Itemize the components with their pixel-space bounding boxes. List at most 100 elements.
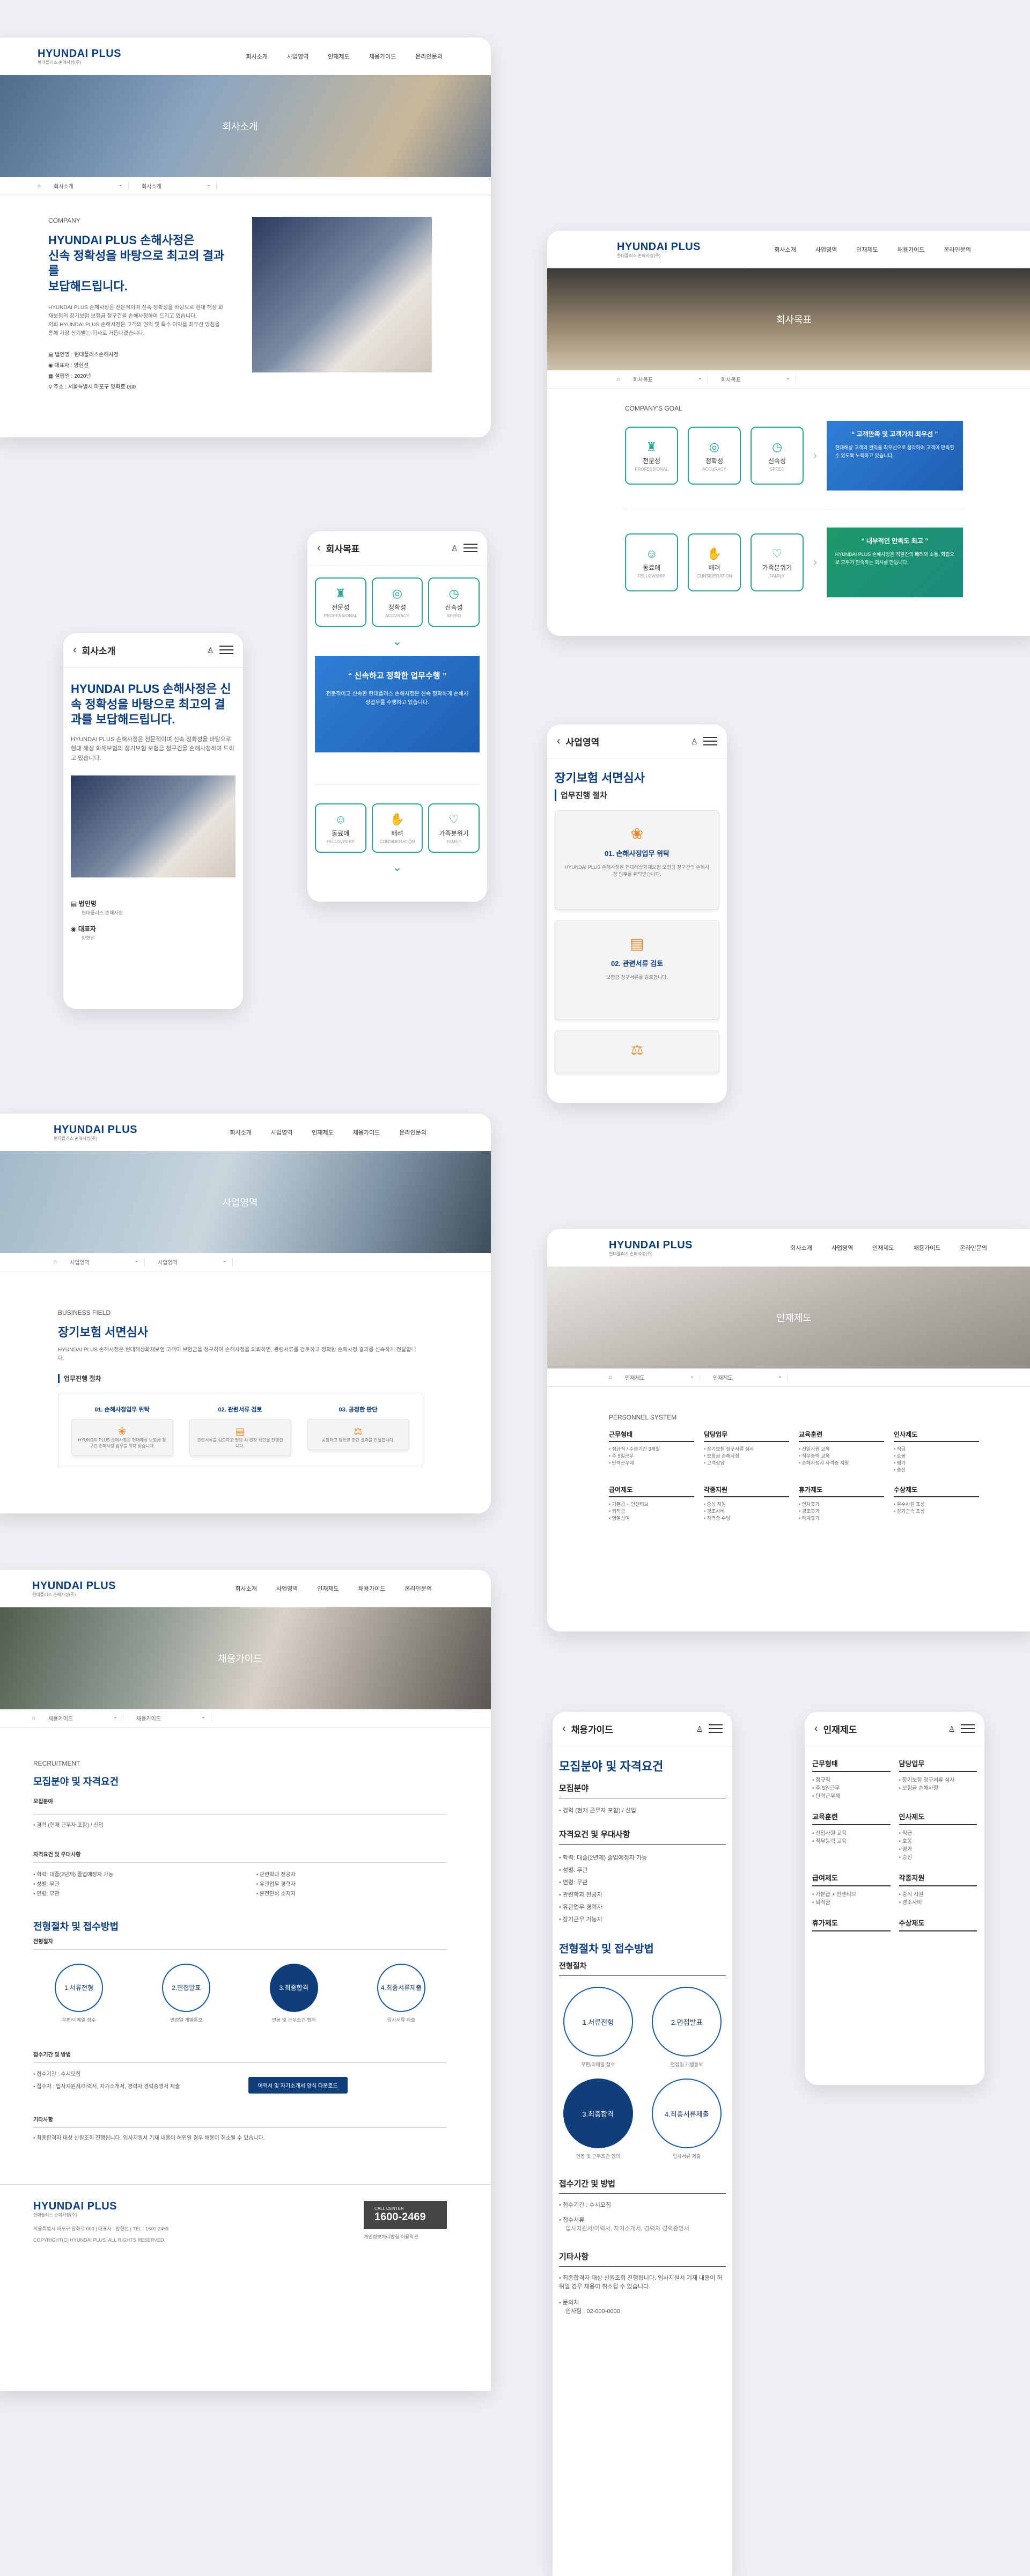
chevron-down-icon: ⌄ — [118, 182, 123, 188]
document-icon: ▤ — [630, 935, 644, 952]
intro-text: HYUNDAI PLUS 손해사정은 현대해상화재보험 고객이 보험금을 청구하… — [58, 1346, 416, 1362]
menu-icon[interactable] — [703, 736, 717, 745]
nav-item[interactable]: 인재제도 — [872, 1243, 894, 1252]
nav-item[interactable]: 온라인문의 — [399, 1128, 426, 1137]
crumb-select-2[interactable]: 회사소개 ⌄ — [142, 182, 217, 190]
hr-item: 휴가제도연차휴가경조휴가하계휴가 — [799, 1485, 884, 1521]
crumb-select-2[interactable]: 회사목표 ⌄ — [721, 375, 797, 383]
field-label: 자격요건 및 우대사항 — [33, 1850, 447, 1863]
nav-item[interactable]: 인재제도 — [328, 52, 349, 61]
call-center-badge[interactable]: CALL CENTER 1600-2469 — [364, 2200, 447, 2229]
user-icon: ◉ — [48, 363, 55, 369]
user-icon[interactable]: ♙ — [691, 737, 698, 747]
nav-item[interactable]: 회사소개 — [246, 52, 267, 61]
nav-item[interactable]: 채용가이드 — [353, 1128, 380, 1137]
page-title: HYUNDAI PLUS 손해사정은 신속 정확성을 바탕으로 최고의 결과를 … — [48, 233, 225, 293]
nav-item[interactable]: 채용가이드 — [358, 1584, 386, 1593]
nav-item[interactable]: 회사소개 — [235, 1584, 256, 1593]
recruit-desktop-card: HYUNDAI PLUS 현대플러스 손해사정(주) 회사소개 사업영역 인재제도 채용… — [0, 1570, 491, 2391]
nav-item[interactable]: 사업영역 — [271, 1128, 292, 1137]
back-icon[interactable]: ‹ — [317, 542, 321, 554]
header: HYUNDAI PLUS 현대플러스 손해사정(주) 회사소개 사업영역 인재제도 채용… — [547, 1229, 1030, 1267]
crumb-select-2[interactable]: 사업영역 ⌄ — [158, 1258, 233, 1266]
logo[interactable]: HYUNDAI PLUS 현대플러스 손해사정(주) — [609, 1240, 693, 1256]
process-step: ▤ 02. 관련서류 검토 보험금 청구서류를 검토합니다. — [555, 920, 719, 1020]
section-title: 전형절차 및 접수방법 — [559, 1943, 654, 1956]
back-icon[interactable]: ‹ — [562, 1723, 566, 1735]
nav-item[interactable]: 채용가이드 — [914, 1243, 941, 1252]
nav-item[interactable]: 인재제도 — [856, 245, 878, 254]
scale-icon: ⚖ — [630, 1041, 644, 1058]
logo[interactable]: HYUNDAI PLUS 현대플러스 손해사정(주) — [32, 1580, 116, 1597]
menu-icon[interactable] — [464, 543, 477, 552]
menu-icon[interactable] — [219, 645, 233, 654]
nav-item[interactable]: 회사소개 — [230, 1128, 251, 1137]
nav-item[interactable]: 채용가이드 — [369, 52, 396, 61]
hr-item: 근무형태정규직주 5일근무탄력근무제 — [812, 1758, 891, 1799]
process-step: ⚖ — [555, 1030, 719, 1073]
header: HYUNDAI PLUS 현대플러스 손해사정(주) 회사소개 사업영역 인재제도 채용… — [0, 1570, 491, 1607]
crumb-select-2[interactable]: 인재제도 ⌄ — [713, 1373, 789, 1381]
goal-tile: ♡ 가족분위기 FAMILY — [751, 533, 804, 591]
intro-text: HYUNDAI PLUS 손해사정은 전문적이며 신속 정확성을 바탕으로 현대… — [48, 305, 224, 337]
crumb-select[interactable]: 인재제도 ⌄ — [625, 1373, 701, 1381]
person-icon: ♜ — [646, 440, 657, 453]
breadcrumb: ⌂ 인재제도 ⌄ 인재제도 ⌄ — [547, 1368, 1030, 1387]
user-icon[interactable]: ♙ — [207, 646, 214, 655]
eyebrow: PERSONNEL SYSTEM — [609, 1414, 677, 1421]
crumb-select[interactable]: 회사목표 ⌄ — [633, 375, 709, 383]
nav-item[interactable]: 온라인문의 — [415, 52, 443, 61]
header: HYUNDAI PLUS 현대플러스 손해사정(주) 회사소개 사업영역 인재제도 채용… — [0, 38, 491, 75]
field-value: 경력 (현재 근무자 포함) / 신입 — [33, 1814, 447, 1828]
mobile-header: ‹ 인재제도 ♙ — [805, 1712, 984, 1746]
logo[interactable]: HYUNDAI PLUS 현대플러스 손해사정(주) — [617, 241, 701, 258]
user-icon[interactable]: ♙ — [948, 1724, 955, 1734]
crumb-select-2[interactable]: 채용가이드 ⌄ — [136, 1714, 212, 1722]
back-icon[interactable]: ‹ — [814, 1723, 818, 1735]
recruit-step: 1.서류전형 우편/이메일 접수 — [55, 1963, 103, 2023]
logo[interactable]: HYUNDAI PLUS 현대플러스 손해사정(주) — [38, 48, 121, 65]
goal-tile: ✋ 배려 CONSIDERATION — [371, 803, 423, 853]
goal-tile: ♜ 전문성 PROFESSIONAL — [315, 577, 366, 627]
page-title: 모집분야 및 자격요건 — [559, 1760, 664, 1773]
crumb-select[interactable]: 채용가이드 ⌄ — [48, 1714, 124, 1722]
download-button[interactable]: 이력서 및 자기소개서 양식 다운로드 — [248, 2076, 348, 2094]
page-title: 모집분야 및 자격요건 — [33, 1776, 119, 1787]
user-icon[interactable]: ♙ — [451, 544, 458, 553]
nav-item[interactable]: 사업영역 — [832, 1243, 853, 1252]
goal-tile: ☺ 동료애 FELLOWSHIP — [625, 533, 679, 591]
nav-item[interactable]: 온라인문의 — [960, 1243, 987, 1252]
home-icon[interactable]: ⌂ — [609, 1374, 612, 1380]
home-icon[interactable]: ⌂ — [38, 183, 41, 189]
home-icon[interactable]: ⌂ — [32, 1715, 35, 1721]
nav-item[interactable]: 인재제도 — [312, 1128, 333, 1137]
user-icon[interactable]: ♙ — [696, 1724, 703, 1734]
people-icon: ☺ — [645, 546, 658, 560]
logo[interactable]: HYUNDAI PLUS 현대플러스 손해사정(주) — [54, 1124, 137, 1141]
nav-item[interactable]: 사업영역 — [287, 52, 308, 61]
hr-desktop-card: HYUNDAI PLUS 현대플러스 손해사정(주) 회사소개 사업영역 인재제도 채용… — [547, 1229, 1030, 1631]
home-icon[interactable]: ⌂ — [617, 376, 620, 382]
nav-item[interactable]: 회사소개 — [774, 245, 796, 254]
nav-item[interactable]: 회사소개 — [790, 1243, 812, 1252]
hr-item: 각종지원중식 지원경조사비자격증 수당 — [704, 1485, 789, 1521]
back-icon[interactable]: ‹ — [557, 735, 561, 748]
nav-item[interactable]: 사업영역 — [276, 1584, 298, 1593]
recruit-step: 2.면접발표 면접일 개별통보 — [162, 1963, 211, 2023]
crumb-select[interactable]: 회사소개 ⌄ — [54, 182, 129, 190]
menu-icon[interactable] — [961, 1724, 975, 1733]
crumb-select[interactable]: 사업영역 ⌄ — [70, 1258, 145, 1266]
nav-item[interactable]: 채용가이드 — [897, 245, 925, 254]
mobile-header: ‹ 사업영역 ♙ — [547, 724, 727, 759]
nav-item[interactable]: 인재제도 — [317, 1584, 339, 1593]
goal-tile: ✋ 배려 CONSIDERATION — [688, 533, 741, 591]
nav-item[interactable]: 온라인문의 — [944, 245, 971, 254]
goal-tile: ♡ 가족분위기 FAMILY — [428, 803, 480, 853]
recruit-step: 1.서류전형 우편/이메일 접수 — [559, 1987, 637, 2068]
back-icon[interactable]: ‹ — [73, 644, 77, 656]
menu-icon[interactable] — [709, 1724, 723, 1733]
nav-item[interactable]: 온라인문의 — [404, 1584, 432, 1593]
field-label: 접수기간 및 방법 — [33, 2050, 447, 2063]
home-icon[interactable]: ⌂ — [54, 1259, 57, 1265]
nav-item[interactable]: 사업영역 — [815, 245, 837, 254]
